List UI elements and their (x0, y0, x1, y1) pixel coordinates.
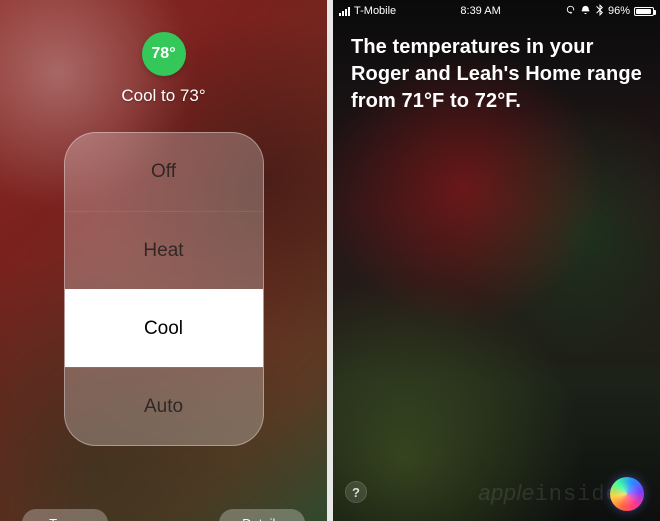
mode-label: Heat (143, 240, 183, 262)
siri-response-screen: T-Mobile 8:39 AM 96% The temperatures in… (333, 0, 660, 521)
bottom-toolbar: Temp Details (0, 509, 327, 521)
signal-icon (339, 6, 350, 16)
mode-auto[interactable]: Auto (65, 367, 263, 445)
status-bar: T-Mobile 8:39 AM 96% (333, 0, 660, 20)
thermostat-control-screen: 78° Cool to 73° Off Heat Cool Auto Temp … (0, 0, 327, 521)
mode-label: Cool (144, 318, 183, 340)
battery-icon (634, 7, 654, 16)
mode-label: Off (151, 161, 176, 183)
clock-label: 8:39 AM (460, 5, 500, 17)
siri-help-button[interactable]: ? (345, 481, 367, 503)
mode-label: Auto (144, 396, 183, 418)
alarm-icon (580, 4, 591, 18)
temp-button[interactable]: Temp (22, 509, 108, 521)
bluetooth-icon (595, 4, 604, 19)
carrier-label: T-Mobile (354, 5, 396, 17)
siri-response-text: The temperatures in your Roger and Leah'… (333, 20, 660, 115)
siri-orb-button[interactable] (610, 477, 644, 511)
setpoint-label: Cool to 73° (0, 86, 327, 106)
mode-heat[interactable]: Heat (65, 211, 263, 289)
mode-selector[interactable]: Off Heat Cool Auto (64, 132, 264, 446)
battery-percent: 96% (608, 5, 630, 17)
mode-cool[interactable]: Cool (65, 289, 263, 367)
mode-off[interactable]: Off (65, 133, 263, 211)
orientation-lock-icon (565, 4, 576, 18)
current-temp-badge: 78° (142, 32, 186, 76)
details-button[interactable]: Details (219, 509, 305, 521)
